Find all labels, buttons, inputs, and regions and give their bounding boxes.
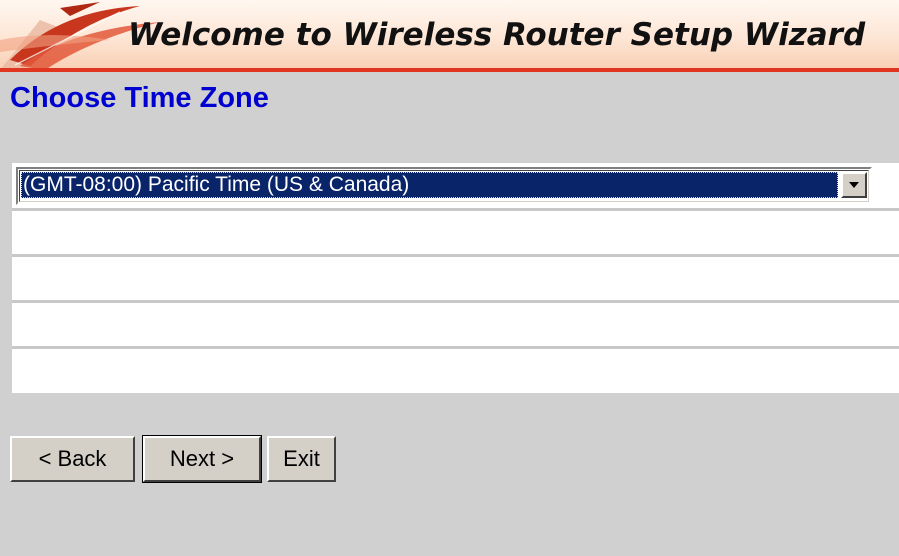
panel-divider bbox=[12, 254, 899, 257]
banner-title: Welcome to Wireless Router Setup Wizard bbox=[128, 17, 866, 53]
panel-divider bbox=[12, 208, 899, 211]
back-button[interactable]: < Back bbox=[10, 436, 135, 482]
panel-divider bbox=[12, 346, 899, 349]
timezone-select-value[interactable]: (GMT-08:00) Pacific Time (US & Canada) bbox=[21, 172, 838, 198]
timezone-select[interactable]: (GMT-08:00) Pacific Time (US & Canada) bbox=[16, 167, 872, 205]
wizard-banner: Welcome to Wireless Router Setup Wizard bbox=[0, 0, 899, 72]
banner-stripe bbox=[0, 68, 899, 72]
panel-divider bbox=[12, 300, 899, 303]
next-button[interactable]: Next > bbox=[142, 435, 262, 483]
page-title: Choose Time Zone bbox=[10, 82, 269, 114]
exit-button[interactable]: Exit bbox=[267, 436, 336, 482]
timezone-dropdown-button[interactable] bbox=[841, 172, 867, 198]
chevron-down-icon bbox=[849, 182, 859, 188]
